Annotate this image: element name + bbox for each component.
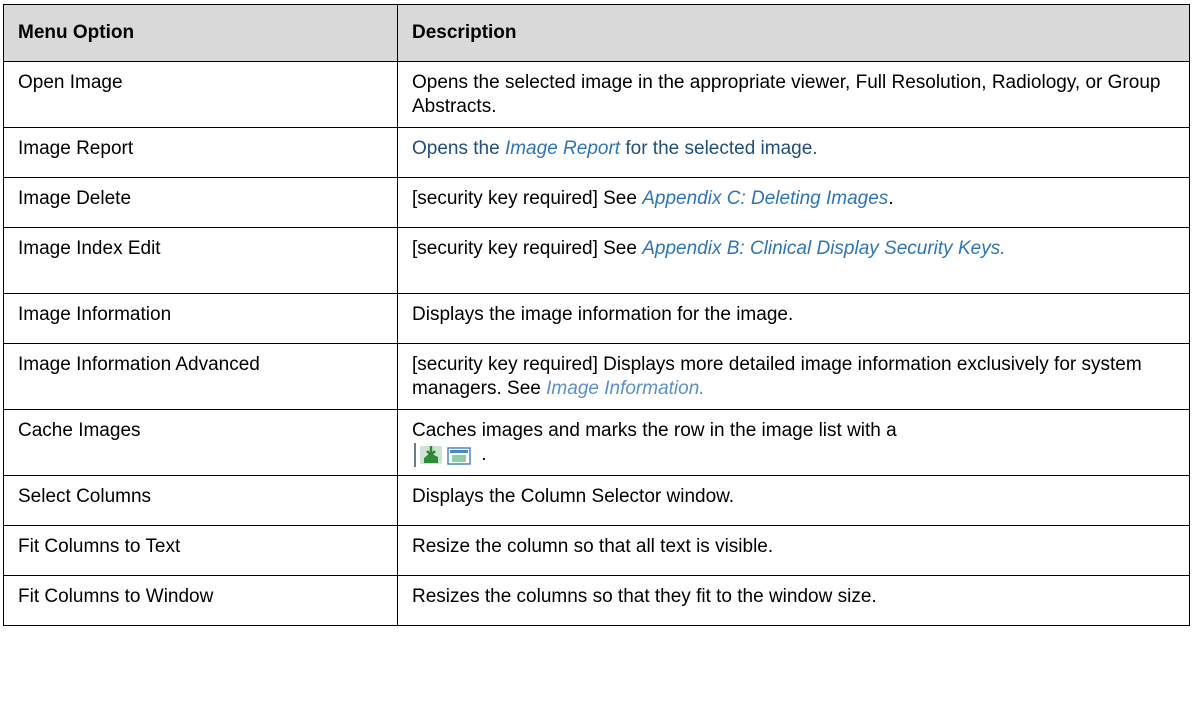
- row-description: [security key required] Displays more de…: [397, 343, 1190, 410]
- row-description: [security key required] See Appendix B: …: [397, 227, 1190, 294]
- row-menu-option: Image Index Edit: [3, 227, 398, 294]
- header-description: Description: [397, 4, 1190, 62]
- row-description: Opens the selected image in the appropri…: [397, 61, 1190, 128]
- table-row: Select Columns Displays the Column Selec…: [3, 475, 1190, 527]
- row-description: Caches images and marks the row in the i…: [397, 408, 1190, 477]
- row-menu-option: Select Columns: [3, 475, 398, 527]
- table-row: Image Delete [security key required] See…: [3, 177, 1190, 228]
- row-menu-option: Image Information: [3, 293, 398, 344]
- cached-image-icon: [414, 443, 476, 467]
- table-row: Cache Images Caches images and marks the…: [3, 408, 1190, 477]
- description-text: .: [888, 188, 894, 209]
- table-row: Image Information Displays the image inf…: [3, 293, 1190, 344]
- table-row: Image Information Advanced [security key…: [3, 343, 1190, 410]
- row-description: Displays the image information for the i…: [397, 293, 1190, 344]
- table-row: Fit Columns to Window Resizes the column…: [3, 575, 1190, 627]
- appendix-b-link[interactable]: Appendix B: Clinical Display Security Ke…: [642, 238, 1005, 259]
- description-text: [security key required] See: [412, 238, 643, 259]
- row-menu-option: Cache Images: [3, 408, 398, 477]
- header-menu-option: Menu Option: [3, 4, 398, 62]
- row-description: Displays the Column Selector window.: [397, 475, 1190, 527]
- table-row: Open Image Opens the selected image in t…: [3, 61, 1190, 128]
- appendix-c-link[interactable]: Appendix C: Deleting Images: [642, 188, 888, 209]
- row-description: Resize the column so that all text is vi…: [397, 525, 1190, 577]
- description-text: [security key required] See: [412, 188, 643, 209]
- row-menu-option: Image Information Advanced: [3, 343, 398, 410]
- row-menu-option: Image Delete: [3, 177, 398, 228]
- table-header-row: Menu Option Description: [3, 4, 1190, 62]
- description-text: Opens the: [412, 138, 505, 159]
- row-menu-option: Fit Columns to Text: [3, 525, 398, 577]
- menu-options-table: Menu Option Description Open Image Opens…: [3, 4, 1190, 627]
- description-text: [security key required] Displays more de…: [412, 354, 1142, 399]
- row-menu-option: Open Image: [3, 61, 398, 128]
- row-menu-option: Image Report: [3, 127, 398, 178]
- row-description: Resizes the columns so that they fit to …: [397, 575, 1190, 627]
- table-row: Image Report Opens the Image Report for …: [3, 127, 1190, 178]
- table-row: Fit Columns to Text Resize the column so…: [3, 525, 1190, 577]
- row-description: [security key required] See Appendix C: …: [397, 177, 1190, 228]
- row-description: Opens the Image Report for the selected …: [397, 127, 1190, 178]
- image-report-link[interactable]: Image Report: [505, 138, 620, 159]
- description-text: for the selected image.: [620, 138, 818, 159]
- image-information-link[interactable]: Image Information.: [546, 378, 704, 399]
- description-text: Caches images and marks the row in the i…: [412, 420, 897, 441]
- row-menu-option: Fit Columns to Window: [3, 575, 398, 627]
- table-row: Image Index Edit [security key required]…: [3, 227, 1190, 294]
- description-text: .: [476, 444, 487, 466]
